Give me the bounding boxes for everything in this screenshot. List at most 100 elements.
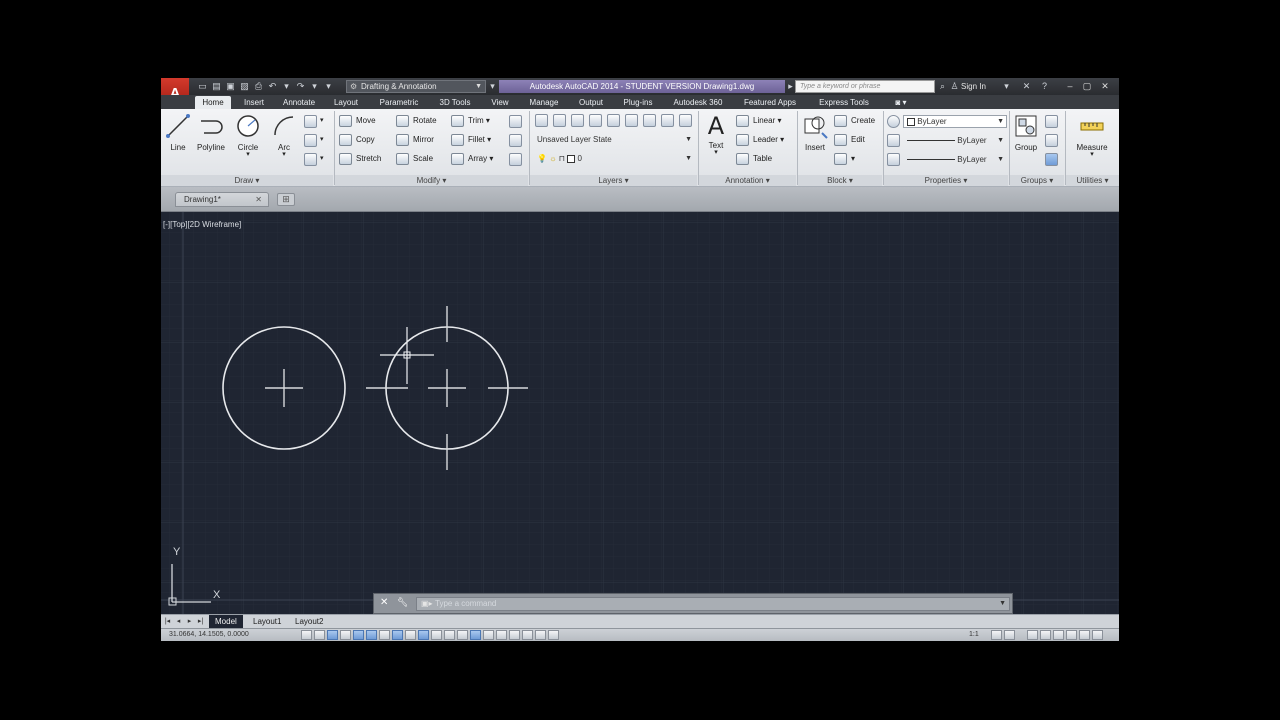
tab-3d-tools[interactable]: 3D Tools bbox=[431, 96, 479, 109]
hatch-icon[interactable] bbox=[304, 134, 317, 147]
table-button[interactable]: Table bbox=[736, 152, 772, 166]
match-properties-icon[interactable] bbox=[887, 115, 900, 128]
annotation-monitor-toggle[interactable] bbox=[483, 630, 494, 640]
sign-in-dropdown-icon[interactable]: ▾ bbox=[1001, 81, 1012, 92]
last-layout-icon[interactable]: ▸| bbox=[196, 616, 205, 627]
undo-dropdown-icon[interactable]: ▾ bbox=[281, 81, 292, 92]
layer-properties-icon[interactable] bbox=[535, 114, 548, 127]
object-snap-tracking-toggle[interactable] bbox=[392, 630, 403, 640]
tab-featured-apps[interactable]: Featured Apps bbox=[735, 96, 805, 109]
tab-home[interactable]: Home bbox=[195, 96, 231, 109]
open-icon[interactable]: ▤ bbox=[211, 81, 222, 92]
quick-view-layouts-toggle[interactable] bbox=[509, 630, 520, 640]
ortho-mode-toggle[interactable] bbox=[340, 630, 351, 640]
quick-access-more-icon[interactable]: ▾ bbox=[487, 81, 498, 92]
workspace-dropdown[interactable]: ⚙ Drafting & Annotation ▼ bbox=[346, 80, 486, 93]
mirror-button[interactable]: Mirror bbox=[396, 133, 434, 147]
line-button[interactable]: Line bbox=[163, 113, 193, 152]
exchange-icon[interactable]: ✕ bbox=[1021, 81, 1032, 92]
lineweight-icon[interactable] bbox=[887, 134, 900, 147]
insert-button[interactable]: Insert bbox=[799, 113, 831, 152]
polyline-button[interactable]: Polyline bbox=[193, 113, 229, 152]
tab-view[interactable]: View bbox=[483, 96, 517, 109]
tab-plug-ins[interactable]: Plug-ins bbox=[615, 96, 661, 109]
undo-icon[interactable]: ↶ bbox=[267, 81, 278, 92]
annotation-scale[interactable]: 1:1 bbox=[969, 629, 979, 641]
draw-panel-label[interactable]: Draw ▾ bbox=[161, 175, 333, 186]
layer-freeze-icon[interactable] bbox=[589, 114, 602, 127]
tab-manage[interactable]: Manage bbox=[521, 96, 567, 109]
clean-screen-icon[interactable] bbox=[1092, 630, 1103, 640]
tab-output[interactable]: Output bbox=[569, 96, 613, 109]
tab-layout2[interactable]: Layout2 bbox=[289, 615, 329, 628]
save-icon[interactable]: ▣ bbox=[225, 81, 236, 92]
isolate-objects-icon[interactable] bbox=[1066, 630, 1077, 640]
tab-layout1[interactable]: Layout1 bbox=[247, 615, 287, 628]
maximize-button[interactable]: ▢ bbox=[1081, 80, 1093, 92]
stretch-button[interactable]: Stretch bbox=[339, 152, 381, 166]
groups-panel-label[interactable]: Groups ▾ bbox=[1010, 175, 1064, 186]
move-button[interactable]: Move bbox=[339, 114, 376, 128]
user-icon[interactable]: ♙ bbox=[949, 81, 960, 92]
sign-in-button[interactable]: Sign In bbox=[961, 80, 986, 93]
edit-block-button[interactable]: Edit bbox=[834, 133, 865, 147]
drawing-canvas[interactable]: Y X [-][Top][2D Wireframe] bbox=[161, 212, 1119, 614]
chevron-down-icon[interactable]: ▾ bbox=[320, 135, 324, 143]
coordinate-readout[interactable]: 31.0664, 14.1505, 0.0000 bbox=[169, 629, 249, 641]
region-icon[interactable] bbox=[304, 153, 317, 166]
circle-button[interactable]: Circle ▾ bbox=[231, 113, 265, 158]
leader-button[interactable]: Leader ▾ bbox=[736, 133, 784, 147]
scale-button[interactable]: Scale bbox=[396, 152, 433, 166]
layer-unisolate-icon[interactable] bbox=[679, 114, 692, 127]
linetype-dropdown[interactable]: ByLayer ▼ bbox=[903, 153, 1007, 166]
quick-properties-toggle[interactable] bbox=[457, 630, 468, 640]
linetype-icon[interactable] bbox=[887, 153, 900, 166]
layer-walk-icon[interactable] bbox=[661, 114, 674, 127]
quick-view-drawings-toggle[interactable] bbox=[522, 630, 533, 640]
tab-layout[interactable]: Layout bbox=[327, 96, 365, 109]
tab-annotate[interactable]: Annotate bbox=[275, 96, 323, 109]
wrench-icon[interactable]: 🔧︎ bbox=[397, 597, 408, 608]
hardware-acceleration-icon[interactable] bbox=[1053, 630, 1064, 640]
redo-dropdown-icon[interactable]: ▾ bbox=[309, 81, 320, 92]
infer-constraints-toggle[interactable] bbox=[301, 630, 312, 640]
trim-button[interactable]: Trim ▾ bbox=[451, 114, 490, 128]
new-icon[interactable]: ▭ bbox=[197, 81, 208, 92]
color-dropdown[interactable]: ByLayer ▼ bbox=[903, 115, 1007, 128]
create-block-button[interactable]: Create bbox=[834, 114, 875, 128]
linear-dimension-button[interactable]: Linear ▾ bbox=[736, 114, 782, 128]
grid-display-toggle[interactable] bbox=[327, 630, 338, 640]
group-edit-icon[interactable] bbox=[1045, 134, 1058, 147]
viewport-controls[interactable]: [-][Top][2D Wireframe] bbox=[163, 220, 241, 229]
group-button[interactable]: Group bbox=[1011, 113, 1041, 152]
tab-insert[interactable]: Insert bbox=[236, 96, 272, 109]
minimize-button[interactable]: – bbox=[1064, 80, 1076, 92]
erase-icon[interactable] bbox=[509, 115, 522, 128]
dynamic-ucs-toggle[interactable] bbox=[405, 630, 416, 640]
text-button[interactable]: A Text ▾ bbox=[701, 113, 731, 156]
layer-lock-icon[interactable] bbox=[607, 114, 620, 127]
block-panel-label[interactable]: Block ▾ bbox=[798, 175, 882, 186]
workspace-switching-icon[interactable] bbox=[1027, 630, 1038, 640]
measure-button[interactable]: Measure ▾ bbox=[1069, 113, 1115, 158]
group-selection-icon[interactable] bbox=[1045, 153, 1058, 166]
first-layout-icon[interactable]: |◂ bbox=[163, 616, 172, 627]
previous-layout-icon[interactable]: ◂ bbox=[174, 616, 183, 627]
tab-parametric[interactable]: Parametric bbox=[371, 96, 427, 109]
close-button[interactable]: ✕ bbox=[1099, 80, 1111, 92]
next-layout-icon[interactable]: ▸ bbox=[185, 616, 194, 627]
lineweight-toggle[interactable] bbox=[431, 630, 442, 640]
tab-model[interactable]: Model bbox=[209, 615, 243, 628]
modify-panel-label[interactable]: Modify ▾ bbox=[335, 175, 528, 186]
zoom-toggle[interactable] bbox=[548, 630, 559, 640]
rotate-button[interactable]: Rotate bbox=[396, 114, 437, 128]
auto-scale-icon[interactable] bbox=[1004, 630, 1015, 640]
snap-mode-toggle[interactable] bbox=[314, 630, 325, 640]
offset-icon[interactable] bbox=[509, 153, 522, 166]
transparency-toggle[interactable] bbox=[444, 630, 455, 640]
search-input[interactable]: Type a keyword or phrase bbox=[795, 80, 935, 93]
status-bar-menu-icon[interactable] bbox=[1079, 630, 1090, 640]
save-as-icon[interactable]: ▨ bbox=[239, 81, 250, 92]
help-icon[interactable]: ? bbox=[1039, 81, 1050, 92]
annotation-visibility-icon[interactable] bbox=[991, 630, 1002, 640]
